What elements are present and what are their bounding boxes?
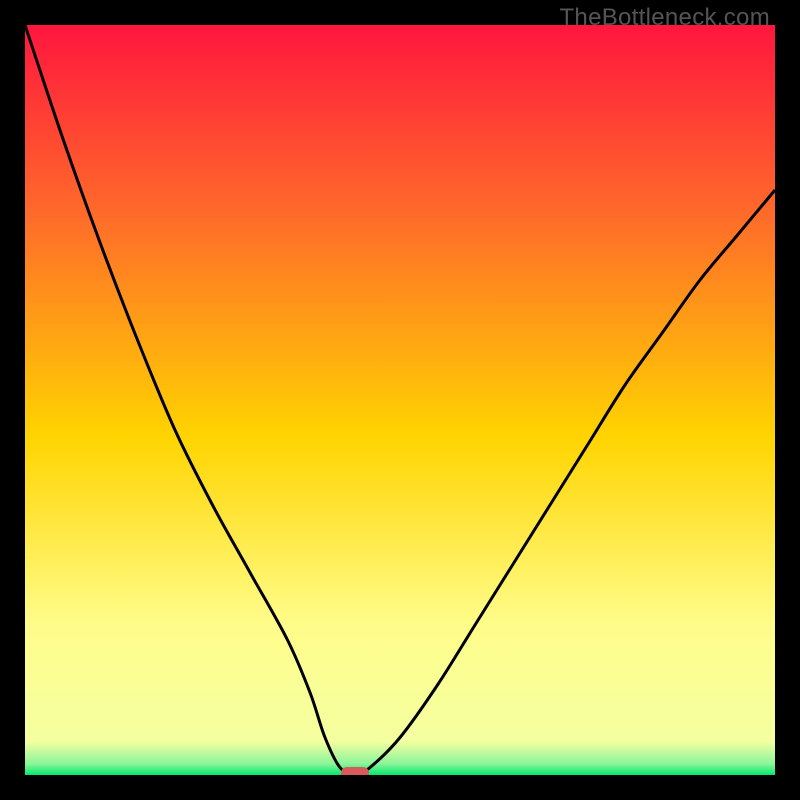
bottleneck-chart — [25, 25, 775, 775]
optimal-marker — [341, 767, 369, 775]
gradient-background — [25, 25, 775, 775]
chart-frame: TheBottleneck.com — [0, 0, 800, 800]
plot-area — [25, 25, 775, 775]
